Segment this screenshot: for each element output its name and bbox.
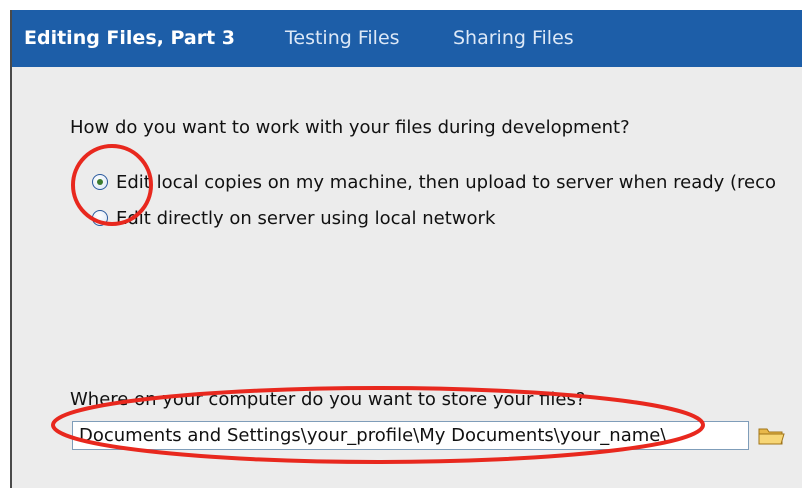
option-edit-local-label[interactable]: Edit local copies on my machine, then up… [116, 172, 776, 193]
radio-selected-dot [97, 179, 103, 185]
folder-icon [758, 428, 785, 445]
storage-location-question: Where on your computer do you want to st… [70, 389, 586, 410]
local-folder-path-input[interactable]: Documents and Settings\your_profile\My D… [72, 421, 749, 450]
radio-edit-server[interactable] [92, 210, 108, 226]
tab-sharing-files[interactable]: Sharing Files [453, 10, 574, 67]
work-mode-question: How do you want to work with your files … [70, 117, 630, 138]
option-edit-server-label[interactable]: Edit directly on server using local netw… [116, 208, 495, 229]
radio-edit-local[interactable] [92, 174, 108, 190]
dialog-frame: Editing Files, Part 3 Testing Files Shar… [10, 10, 802, 488]
content-panel: How do you want to work with your files … [12, 67, 802, 488]
tab-editing-files-part-3[interactable]: Editing Files, Part 3 [24, 10, 235, 67]
browse-folder-button[interactable] [754, 421, 790, 450]
tab-testing-files[interactable]: Testing Files [285, 10, 400, 67]
tab-bar: Editing Files, Part 3 Testing Files Shar… [12, 10, 802, 67]
